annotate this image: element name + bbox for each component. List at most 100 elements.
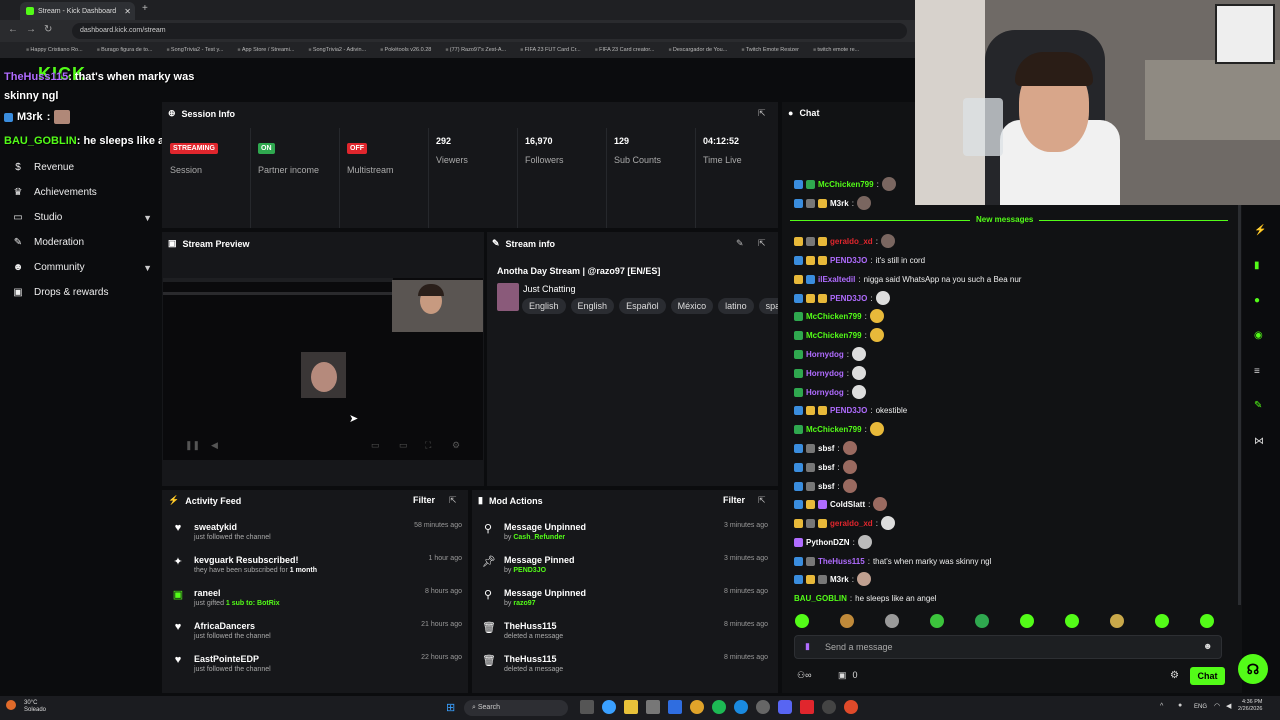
popout-icon[interactable]: ⇱ [758,495,766,506]
chat-message[interactable]: McChicken799: [794,308,884,324]
chat-username[interactable]: McChicken799 [818,180,874,189]
chat-message[interactable]: sbsf: [794,478,857,494]
chat-username[interactable]: McChicken799 [806,312,862,321]
pip-icon[interactable]: ▭ [371,440,380,451]
chat-username[interactable]: McChicken799 [806,331,862,340]
chat-username[interactable]: TheHuss115 [818,557,865,566]
category-name[interactable]: Just Chatting [523,284,576,294]
chat-username[interactable]: geraldo_xd [830,519,873,528]
support-headset-icon[interactable]: ☊ [1238,654,1268,684]
bookmark-item[interactable]: SongTrivia2 - Test y... [167,47,223,53]
chat-message[interactable]: BAU_GOBLIN: he sleeps like an angel [794,590,937,606]
new-tab-icon[interactable]: + [142,3,148,14]
emote-icon[interactable] [1155,614,1169,628]
emote-icon[interactable] [1200,614,1214,628]
chat-username[interactable]: PEND3JO [830,294,867,303]
close-tab-icon[interactable]: ✕ [124,7,131,16]
clock[interactable]: 4:36 PM 2/26/2026 [1238,699,1262,713]
bookmark-item[interactable]: twitch emote re... [813,47,859,53]
spotify-icon[interactable] [712,700,726,714]
chat-message[interactable]: Hornydog: [794,365,867,381]
chat-username[interactable]: McChicken799 [806,425,862,434]
bookmark-item[interactable]: FIFA 23 Card creator... [595,47,654,53]
chat-username[interactable]: BAU_GOBLIN [794,594,847,603]
chatters-count[interactable]: ⚇∞ [797,670,811,681]
emote-icon[interactable] [1020,614,1034,628]
weather-icon[interactable] [6,700,16,710]
weather-widget[interactable]: 30°C Soleado [24,700,46,714]
volume-icon[interactable]: ◀ [211,440,218,451]
sidebar-item-drops[interactable]: ▣ Drops & rewards [12,287,152,298]
pinned-count[interactable]: ▣ 0 [838,670,858,681]
list-icon[interactable]: ≡ [1254,366,1260,377]
task-view-icon[interactable] [580,700,594,714]
app-icon[interactable] [756,700,770,714]
chat-message[interactable]: Hornydog: [794,384,867,400]
store-icon[interactable] [646,700,660,714]
chat-message[interactable]: sbsf: [794,440,857,456]
chat-username[interactable]: sbsf [818,463,834,472]
bookmark-item[interactable]: Pokétools v26.0.28 [380,47,432,53]
stream-preview-video[interactable]: ➤ ❚❚ ◀ ▭ ▭ ⛶ ⚙ [163,278,483,460]
windows-start-icon[interactable]: ⊞ [446,701,455,714]
chat-message[interactable]: M3rk: [794,195,871,211]
bookmark-item[interactable]: (77) Razo97's Zest-A... [445,47,506,53]
chat-username[interactable]: M3rk [830,575,849,584]
app-icon[interactable] [800,700,814,714]
settings-gear-icon[interactable]: ⚙ [452,440,460,451]
bookmark-item[interactable]: FIFA 23 FUT Card Cr... [520,47,581,53]
bookmark-item[interactable]: SongTrivia2 - Adivin... [308,47,366,53]
chat-username[interactable]: PEND3JO [830,406,867,415]
back-icon[interactable]: ← [8,24,18,35]
chat-username[interactable]: M3rk [830,199,849,208]
chat-username[interactable]: sbsf [818,482,834,491]
share-icon[interactable]: ⋈ [1254,436,1264,447]
taskbar-search[interactable]: ⌕ Search [464,700,568,716]
sidebar-item-revenue[interactable]: $ Revenue [12,162,152,173]
url-bar[interactable]: dashboard.kick.com/stream [72,23,907,39]
chat-message[interactable]: PythonDZN: [794,534,872,550]
file-explorer-icon[interactable] [624,700,638,714]
emote-icon[interactable] [1110,614,1124,628]
bookmark-item[interactable]: Twitch Emote Resizer [741,47,799,53]
chat-message[interactable]: Hornydog: [794,346,867,362]
chat-message[interactable]: ilExaltedil: nigga said WhatsApp na you s… [794,271,1021,287]
chat-username[interactable]: PEND3JO [830,256,867,265]
chat-username[interactable]: geraldo_xd [830,237,873,246]
emote-icon[interactable] [795,614,809,628]
popout-icon[interactable]: ⇱ [758,108,766,119]
volume-icon[interactable]: ◀ [1226,702,1231,710]
chat-message[interactable]: ColdSlatt: [794,496,888,512]
bookmark-item[interactable]: App Store / Streami... [237,47,295,53]
obs-icon[interactable] [822,700,836,714]
chat-message[interactable]: PEND3JO: [794,290,890,306]
bolt-icon[interactable]: ⚡ [1254,225,1266,236]
pause-icon[interactable]: ❚❚ [185,440,200,451]
chat-username[interactable]: Hornydog [806,369,844,378]
edit-pencil-icon[interactable]: ✎ [736,238,744,249]
wifi-icon[interactable]: ◠ [1214,702,1220,710]
theater-icon[interactable]: ▭ [399,440,408,451]
stop-icon[interactable]: ▮ [1254,260,1260,271]
sidebar-item-moderation[interactable]: ✎ Moderation [12,237,152,248]
app-icon[interactable] [668,700,682,714]
sidebar-item-community[interactable]: ☻ Community ▼ [12,262,152,273]
chat-message[interactable]: McChicken799: [794,327,884,343]
broadcast-icon[interactable]: ◉ [1254,330,1263,341]
app-icon[interactable] [734,700,748,714]
wrench-icon[interactable]: ✎ [1254,400,1262,411]
tray-icon[interactable]: ● [1178,702,1182,709]
sidebar-item-studio[interactable]: ▭ Studio ▼ [12,212,152,223]
chat-message[interactable]: M3rk: [794,571,871,587]
chat-message[interactable]: geraldo_xd: [794,515,895,531]
language-indicator[interactable]: ENG [1194,704,1207,710]
popout-icon[interactable]: ⇱ [449,495,457,506]
discord-icon[interactable] [778,700,792,714]
chat-message[interactable]: geraldo_xd: [794,233,895,249]
browser-tab[interactable]: Stream - Kick Dashboard ✕ [20,2,135,20]
emote-icon[interactable] [975,614,989,628]
chat-username[interactable]: ColdSlatt [830,500,865,509]
chat-settings-gear-icon[interactable]: ⚙ [1170,670,1179,681]
emote-icon[interactable] [840,614,854,628]
chat-username[interactable]: PythonDZN [806,538,850,547]
